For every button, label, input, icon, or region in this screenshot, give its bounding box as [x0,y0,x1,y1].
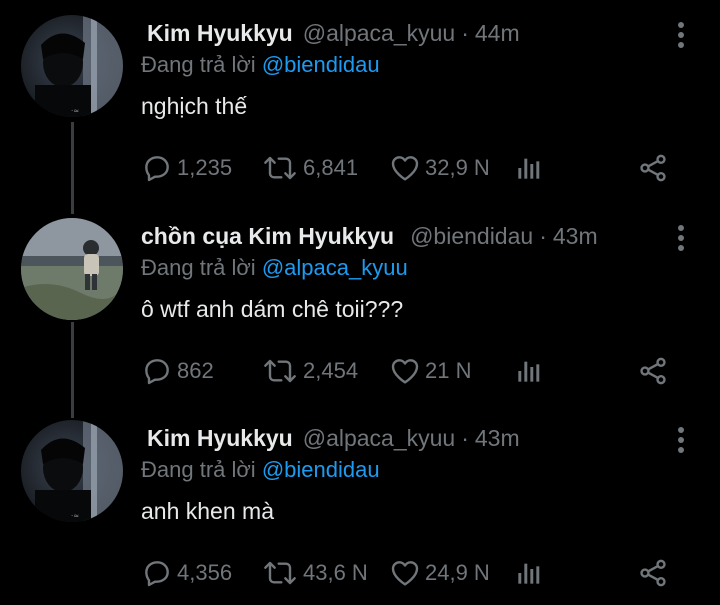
avatar[interactable]: ·≈ [21,420,123,522]
reply-button[interactable]: 1,235 [141,150,232,186]
tweet[interactable]: chồn cụa Kim Hyukkyu @biendidau · 43m Đa… [0,203,720,403]
share-button[interactable] [637,555,669,591]
views-icon [518,563,540,584]
display-name[interactable]: Kim Hyukkyu [147,20,293,47]
like-count: 24,9 N [425,560,490,585]
avatar[interactable] [21,218,123,320]
user-handle[interactable]: @alpaca_kyuu [303,20,456,47]
share-icon [640,357,666,385]
more-vertical-icon[interactable] [676,225,686,255]
retweet-count: 43,6 N [303,560,368,585]
more-vertical-icon[interactable] [676,427,686,457]
tweet-text: nghịch thế [141,93,248,119]
retweet-button[interactable]: 2,454 [261,353,358,389]
share-button[interactable] [637,150,669,186]
retweet-count: 2,454 [303,358,359,383]
tweet[interactable]: ·≈ Kim Hyukkyu @alpaca_kyuu · 43m Đang t… [0,405,720,605]
tweet-header: Kim Hyukkyu @alpaca_kyuu · 44m [147,16,520,50]
separator-dot: · [539,222,547,249]
svg-text:·≈: ·≈ [71,107,79,115]
replying-to: Đang trả lời @biendidau [141,52,380,78]
heart-icon [391,359,419,384]
replying-to: Đang trả lời @biendidau [141,457,380,483]
mention-link[interactable]: @biendidau [262,457,380,482]
share-button[interactable] [637,353,669,389]
mention-link[interactable]: @alpaca_kyuu [262,255,408,280]
like-button[interactable]: 32,9 N [389,150,490,186]
retweet-icon [264,561,296,585]
tweet-header: chồn cụa Kim Hyukkyu @biendidau · 43m [141,219,598,253]
tweet[interactable]: ·≈ Kim Hyukkyu @alpaca_kyuu · 44m Đang t… [0,0,720,200]
user-handle[interactable]: @biendidau [410,223,533,250]
reply-icon [145,561,169,587]
retweet-icon [264,359,296,383]
views-button[interactable] [513,353,545,389]
display-name[interactable]: Kim Hyukkyu [147,425,293,452]
reply-count: 1,235 [177,155,233,180]
tweet-header: Kim Hyukkyu @alpaca_kyuu · 43m [147,421,520,455]
separator-dot: · [461,424,469,451]
views-button[interactable] [513,555,545,591]
action-bar: 1,235 6,841 32,9 N [141,150,681,186]
mention-link[interactable]: @biendidau [262,52,380,77]
timestamp[interactable]: 43m [475,425,520,452]
reply-count: 862 [177,358,214,383]
views-icon [518,158,540,179]
like-count: 32,9 N [425,155,490,180]
like-button[interactable]: 24,9 N [389,555,490,591]
retweet-button[interactable]: 43,6 N [261,555,368,591]
replying-to: Đang trả lời @alpaca_kyuu [141,255,408,281]
heart-icon [391,156,419,181]
like-count: 21 N [425,358,472,383]
user-handle[interactable]: @alpaca_kyuu [303,425,456,452]
action-bar: 862 2,454 21 N [141,353,681,389]
views-button[interactable] [513,150,545,186]
avatar[interactable]: ·≈ [21,15,123,117]
tweet-text: anh khen mà [141,498,274,524]
reply-icon [145,156,169,182]
more-vertical-icon[interactable] [676,22,686,52]
reply-button[interactable]: 862 [141,353,214,389]
reply-icon [145,359,169,385]
reply-button[interactable]: 4,356 [141,555,232,591]
share-icon [640,559,666,587]
timestamp[interactable]: 43m [553,223,598,250]
timestamp[interactable]: 44m [475,20,520,47]
views-icon [518,361,540,382]
reply-count: 4,356 [177,560,233,585]
display-name[interactable]: chồn cụa Kim Hyukkyu [141,223,394,250]
svg-text:·≈: ·≈ [71,512,79,520]
action-bar: 4,356 43,6 N 24,9 N [141,555,681,591]
retweet-icon [264,156,296,180]
separator-dot: · [461,19,469,46]
tweet-text: ô wtf anh dám chê toii??? [141,296,404,322]
share-icon [640,154,666,182]
replying-prefix: Đang trả lời [141,52,262,77]
retweet-count: 6,841 [303,155,359,180]
retweet-button[interactable]: 6,841 [261,150,358,186]
heart-icon [391,561,419,586]
replying-prefix: Đang trả lời [141,255,262,280]
like-button[interactable]: 21 N [389,353,471,389]
replying-prefix: Đang trả lời [141,457,262,482]
